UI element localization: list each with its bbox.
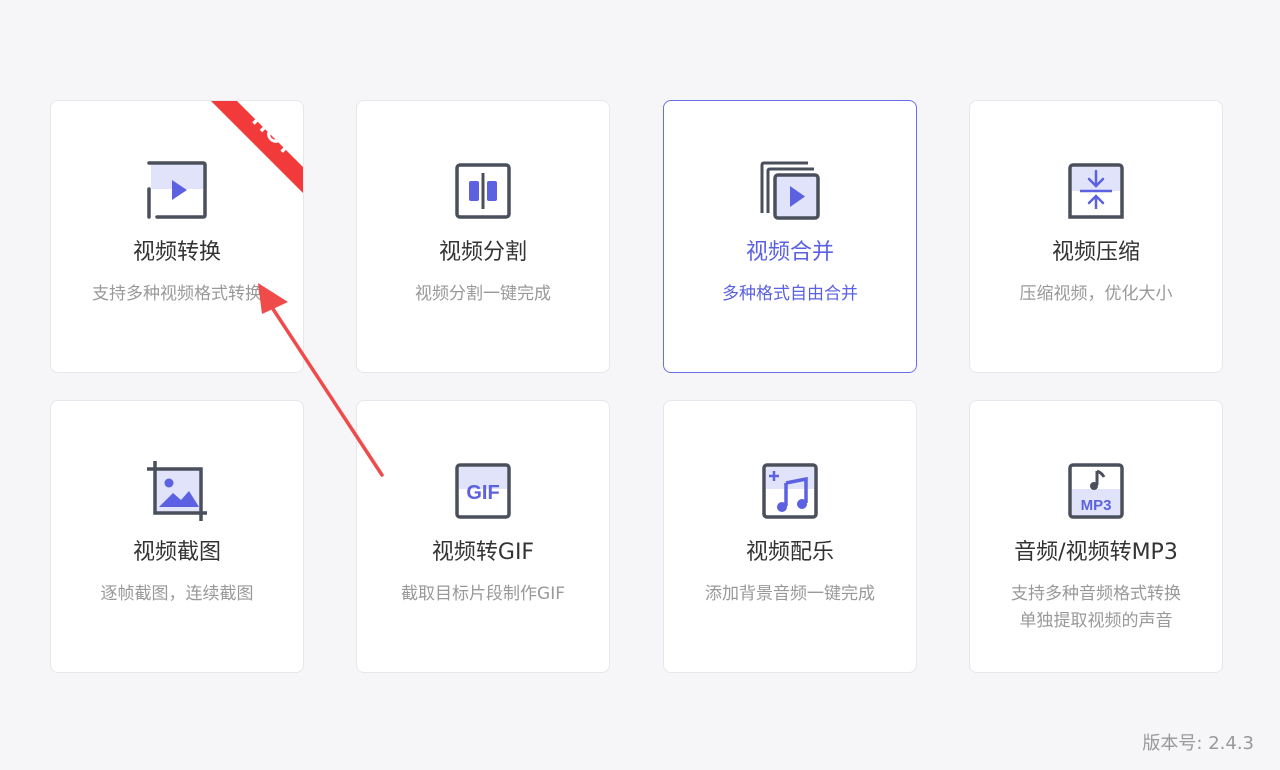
card-title: 视频截图 [132, 540, 221, 565]
video-split-icon [455, 163, 511, 219]
card-video-screenshot[interactable]: 视频截图 逐帧截图，连续截图 [50, 400, 304, 673]
card-title: 视频配乐 [745, 540, 834, 565]
video-music-icon [762, 463, 818, 519]
card-description: 视频分割一键完成 [415, 284, 551, 304]
card-video-to-gif[interactable]: GIF 视频转GIF 截取目标片段制作GIF [356, 400, 610, 673]
card-title: 视频合并 [745, 240, 834, 265]
card-video-music[interactable]: 视频配乐 添加背景音频一键完成 [663, 400, 917, 673]
version-label: 版本号: 2.4.3 [1142, 733, 1254, 754]
card-description: 支持多种音频格式转换 单独提取视频的声音 [1011, 584, 1181, 631]
video-merge-icon [760, 161, 820, 220]
card-description: 支持多种视频格式转换 [92, 284, 262, 304]
feature-grid: 视频转换 支持多种视频格式转换 HOT 视频分割 视频分割一键完成 视频合并 多… [50, 100, 1225, 675]
card-video-compress[interactable]: 视频压缩 压缩视频，优化大小 [969, 100, 1223, 373]
card-title: 视频压缩 [1051, 240, 1140, 265]
card-to-mp3[interactable]: MP3 音频/视频转MP3 支持多种音频格式转换 单独提取视频的声音 [969, 400, 1223, 673]
card-title: 视频分割 [438, 240, 527, 265]
card-description: 多种格式自由合并 [722, 284, 858, 304]
video-to-gif-icon: GIF [455, 463, 511, 519]
hot-badge: HOT [211, 101, 303, 193]
to-mp3-icon: MP3 [1068, 463, 1124, 519]
card-description: 逐帧截图，连续截图 [100, 584, 254, 604]
video-compress-icon [1068, 163, 1124, 219]
card-description: 添加背景音频一键完成 [705, 584, 875, 604]
svg-text:GIF: GIF [466, 482, 499, 504]
video-convert-icon [147, 161, 207, 219]
card-video-merge[interactable]: 视频合并 多种格式自由合并 [663, 100, 917, 373]
video-screenshot-icon [147, 461, 207, 521]
card-description: 压缩视频，优化大小 [1019, 284, 1173, 304]
card-title: 视频转GIF [431, 540, 535, 565]
card-description: 截取目标片段制作GIF [401, 584, 565, 604]
svg-text:MP3: MP3 [1081, 497, 1112, 514]
card-title: 视频转换 [132, 240, 221, 265]
card-video-split[interactable]: 视频分割 视频分割一键完成 [356, 100, 610, 373]
card-video-convert[interactable]: 视频转换 支持多种视频格式转换 HOT [50, 100, 304, 373]
card-title: 音频/视频转MP3 [1014, 540, 1178, 565]
